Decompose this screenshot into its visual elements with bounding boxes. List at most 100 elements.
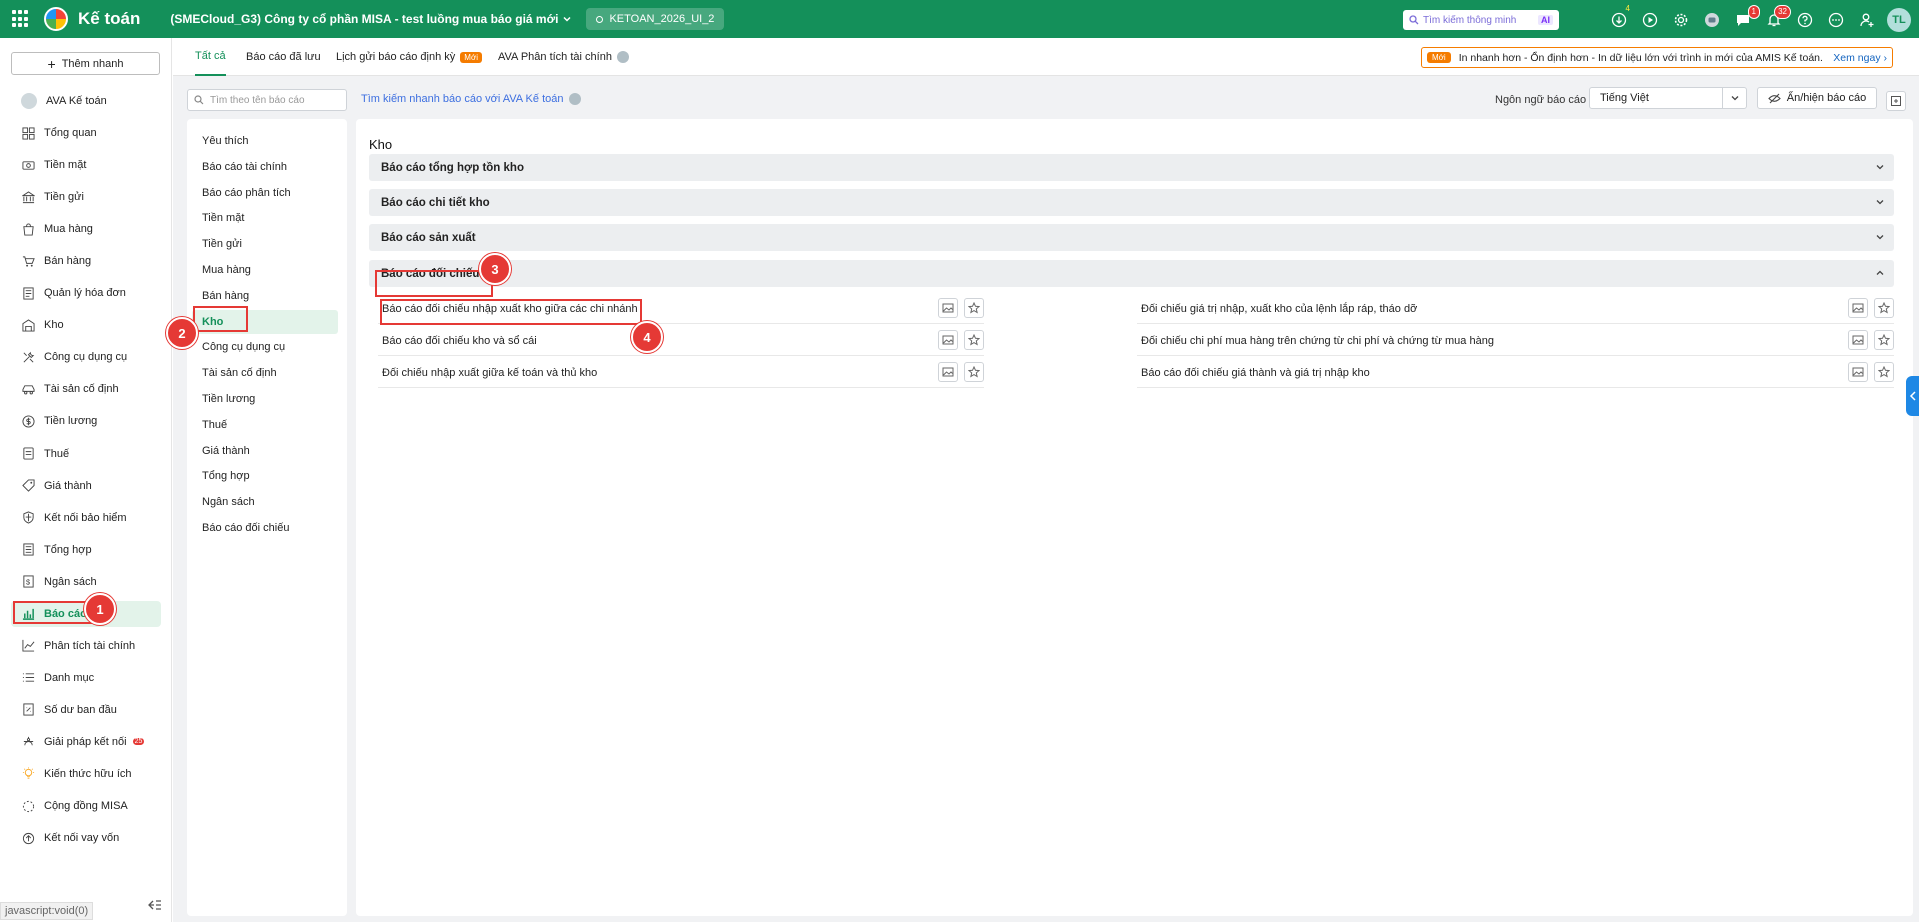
sidebar-item-22[interactable]: Cộng đồng MISA [11,793,161,819]
favorite-button[interactable] [1874,330,1894,350]
report-search[interactable] [187,89,347,111]
sidebar-item-11[interactable]: Thuế [11,441,161,467]
favorite-button[interactable] [964,298,984,318]
sidebar-item-8[interactable]: Công cụ dụng cụ [11,344,161,370]
category-item[interactable]: Báo cáo phân tích [192,181,338,205]
report-search-input[interactable] [210,94,340,106]
sidebar-item-6[interactable]: Quản lý hóa đơn [11,280,161,306]
category-item[interactable]: Thuế [192,413,338,437]
tax-icon [22,447,34,460]
app-grid-icon[interactable] [12,10,30,28]
sidebar-item-17[interactable]: Phân tích tài chính [11,633,161,659]
favorite-button[interactable] [964,362,984,382]
sidebar-item-12[interactable]: Giá thành [11,473,161,499]
category-item[interactable]: Tài sản cố định [192,361,338,385]
expand-panel-tab[interactable] [1906,376,1919,416]
sidebar-item-20[interactable]: Giải pháp kết nối 25 [11,729,161,755]
ava-search-link[interactable]: Tìm kiếm nhanh báo cáo với AVA Kế toán [361,93,582,105]
report-group-header[interactable]: Báo cáo đối chiếu [369,260,1894,287]
collapse-sidebar-button[interactable] [142,894,168,916]
sidebar-item-9[interactable]: Tài sản cố định [11,376,161,402]
report-group-header[interactable]: Báo cáo sản xuất [369,224,1894,251]
report-content: Kho Báo cáo tổng hợp tồn kho Báo cáo chi … [356,119,1913,916]
preview-button[interactable] [1848,330,1868,350]
settings-button[interactable] [1670,9,1692,31]
panel-toggle-button[interactable] [1886,91,1906,111]
category-item[interactable]: Ngân sách [192,490,338,514]
smart-search[interactable]: AI [1403,10,1559,30]
tab-all[interactable]: Tất cả [195,38,226,76]
sidebar-item-19[interactable]: Số dư ban đầu [11,697,161,723]
favorite-button[interactable] [964,330,984,350]
balance-icon [22,703,34,716]
more-button[interactable] [1825,9,1847,31]
chat-button[interactable]: 1 [1732,5,1760,31]
preview-button[interactable] [938,362,958,382]
category-item[interactable]: Giá thành [192,439,338,463]
smart-search-input[interactable] [1423,14,1533,26]
collapse-icon [148,900,161,910]
sidebar-item-18[interactable]: Danh mục [11,665,161,691]
report-group-title: Báo cáo tổng hợp tồn kho [381,161,524,174]
sidebar-item-5[interactable]: Bán hàng [11,248,161,274]
report-actions [1848,330,1894,350]
preview-button[interactable] [938,330,958,350]
sidebar-item-2[interactable]: Tiền mặt [11,152,161,178]
play-button[interactable] [1639,9,1661,31]
report-language-select[interactable]: Tiếng Việt [1589,87,1747,109]
favorite-button[interactable] [1874,298,1894,318]
preview-button[interactable] [1848,362,1868,382]
help-button[interactable] [1794,9,1816,31]
sidebar-item-15[interactable]: $ Ngân sách [11,569,161,595]
report-group-header[interactable]: Báo cáo chi tiết kho [369,189,1894,216]
report-group-header[interactable]: Báo cáo tổng hợp tồn kho [369,154,1894,181]
quick-add-button[interactable]: + Thêm nhanh [11,52,160,75]
toggle-reports-button[interactable]: Ẩn/hiện báo cáo [1757,87,1877,109]
highlight-group [375,270,493,297]
category-item[interactable]: Tiền mặt [192,206,338,230]
user-avatar[interactable]: TL [1887,8,1911,32]
gear-icon [1674,13,1688,27]
promo-link[interactable]: Xem ngay › [1833,52,1887,64]
company-selector[interactable]: (SMECloud_G3) Công ty cổ phần MISA - tes… [170,12,572,26]
report-item[interactable]: Đối chiếu giá trị nhập, xuất kho của lện… [1137,294,1894,324]
category-item[interactable]: Mua hàng [192,258,338,282]
category-item[interactable]: Báo cáo đối chiếu [192,516,338,540]
tab-schedule[interactable]: Lịch gửi báo cáo định kỳ Mới [336,38,482,76]
assistant-avatar[interactable] [1701,9,1723,31]
report-item[interactable]: Đối chiếu chi phí mua hàng trên chứng từ… [1137,326,1894,356]
category-item[interactable]: Tổng hợp [192,464,338,488]
sidebar-item-10[interactable]: Tiền lương [11,408,161,434]
category-item[interactable]: Tiền lương [192,387,338,411]
tab-ava-analysis[interactable]: AVA Phân tích tài chính [498,38,629,76]
add-user-button[interactable] [1856,9,1878,31]
category-item[interactable]: Yêu thích [192,129,338,153]
preview-button[interactable] [938,298,958,318]
tab-saved[interactable]: Báo cáo đã lưu [246,38,321,76]
report-item[interactable]: Đối chiếu nhập xuất giữa kế toán và thủ … [378,358,984,388]
sidebar-item-0[interactable]: AVA Kế toán [11,88,161,114]
play-icon [1642,12,1658,28]
sidebar-item-4[interactable]: Mua hàng [11,216,161,242]
sidebar-item-label: Thuế [44,447,70,460]
sidebar-item-14[interactable]: Tổng hợp [11,537,161,563]
sidebar-item-1[interactable]: Tổng quan [11,120,161,146]
cash-icon [21,158,35,172]
sidebar-item-3[interactable]: Tiền gửi [11,184,161,210]
sidebar-item-13[interactable]: Kết nối bảo hiểm [11,505,161,531]
database-chip[interactable]: KETOAN_2026_UI_2 [586,8,725,30]
sidebar-item-21[interactable]: Kiến thức hữu ích [11,761,161,787]
category-item[interactable]: Tiền gửi [192,232,338,256]
category-item[interactable]: Công cụ dụng cụ [192,335,338,359]
report-language-value: Tiếng Việt [1600,92,1649,104]
favorite-button[interactable] [1874,362,1894,382]
notification-button[interactable]: 32 [1763,5,1791,31]
report-item[interactable]: Báo cáo đối chiếu giá thành và giá trị n… [1137,358,1894,388]
download-button[interactable]: 4 [1608,3,1633,31]
report-item[interactable]: Báo cáo đối chiếu kho và sổ cái [378,326,984,356]
category-item[interactable]: Bán hàng [192,284,338,308]
category-item[interactable]: Báo cáo tài chính [192,155,338,179]
sidebar-item-7[interactable]: Kho [11,312,161,338]
sidebar-item-23[interactable]: Kết nối vay vốn [11,825,161,851]
preview-button[interactable] [1848,298,1868,318]
